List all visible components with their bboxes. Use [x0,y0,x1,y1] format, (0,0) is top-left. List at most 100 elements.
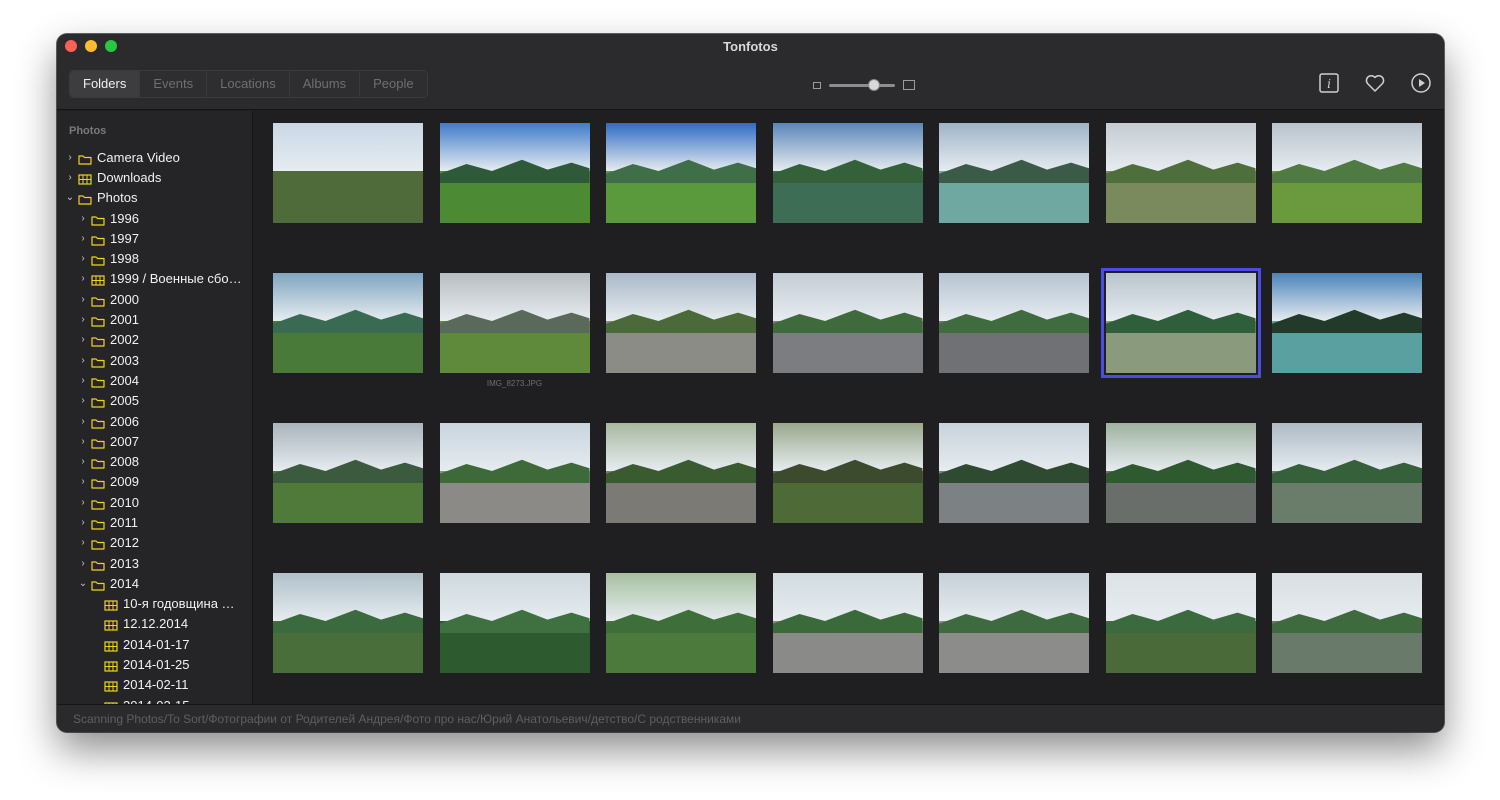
photo-thumbnail[interactable] [772,273,923,373]
sidebar-item[interactable]: › 2001 [57,309,252,329]
tab-events[interactable]: Events [140,71,208,97]
photo-grid: IMG_8273.JPG [254,111,1444,704]
sidebar-item[interactable]: › 2007 [57,431,252,451]
chevron-down-icon[interactable]: ⌄ [65,192,75,203]
sidebar-item[interactable]: › 1997 [57,228,252,248]
photo-thumbnail[interactable] [1272,123,1422,223]
photo-thumbnail[interactable] [1272,573,1422,673]
photo-ground [439,633,590,673]
chevron-right-icon[interactable]: › [78,456,88,467]
photo-thumbnail[interactable] [273,423,423,523]
photo-thumbnail[interactable] [939,573,1089,673]
photo-thumbnail[interactable] [439,273,590,373]
chevron-right-icon[interactable]: › [65,172,75,183]
photo-ground [939,633,1089,673]
sidebar-item[interactable]: 2014-01-25 [57,654,252,674]
photo-thumbnail[interactable] [1272,423,1422,523]
chevron-right-icon[interactable]: › [78,375,88,386]
sidebar-item[interactable]: › 2009 [57,472,252,492]
photo-thumbnail[interactable] [1105,123,1256,223]
photo-thumbnail[interactable] [772,423,923,523]
photo-thumbnail[interactable] [439,423,590,523]
photo-thumbnail[interactable] [1100,268,1261,378]
sidebar-item-label: 2006 [110,413,139,429]
sidebar-item[interactable]: › 2006 [57,411,252,431]
title-bar[interactable]: Tonfotos [57,34,1444,58]
photo-thumbnail[interactable] [606,573,756,673]
chevron-right-icon[interactable]: › [78,213,88,224]
sidebar-item[interactable]: › 2004 [57,370,252,390]
photo-thumbnail[interactable] [606,123,756,223]
sidebar-item[interactable]: 2014-01-17 [57,634,252,654]
photo-thumbnail[interactable] [606,273,756,373]
photo-thumbnail[interactable] [606,423,756,523]
photo-ground [939,483,1089,523]
sidebar-item-label: 2014-01-25 [123,657,190,673]
chevron-right-icon[interactable]: › [78,476,88,487]
chevron-right-icon[interactable]: › [78,273,88,284]
play-icon[interactable] [1410,72,1432,94]
sidebar-item[interactable]: › 2011 [57,512,252,532]
sidebar-item[interactable]: › 2003 [57,350,252,370]
chevron-right-icon[interactable]: › [78,558,88,569]
tab-locations[interactable]: Locations [207,71,290,97]
photo-thumbnail[interactable] [939,423,1089,523]
photo-thumbnail[interactable] [772,573,923,673]
chevron-right-icon[interactable]: › [78,253,88,264]
sidebar-item[interactable]: 12.12.2014 [57,614,252,634]
sidebar-item[interactable]: 2014-02-11 [57,675,252,695]
chevron-right-icon[interactable]: › [78,314,88,325]
sidebar-item[interactable]: › Camera Video [57,147,252,167]
tab-people[interactable]: People [360,71,427,97]
chevron-right-icon[interactable]: › [78,334,88,345]
sidebar-item[interactable]: › 2012 [57,533,252,553]
chevron-right-icon[interactable]: › [78,233,88,244]
info-icon[interactable]: i [1318,72,1340,94]
sidebar-item[interactable]: › 2013 [57,553,252,573]
folder-icon [91,294,105,307]
photo-thumbnail[interactable] [1105,423,1256,523]
photo-thumbnail[interactable] [273,573,423,673]
chevron-right-icon[interactable]: › [65,152,75,163]
chevron-right-icon[interactable]: › [78,416,88,427]
tab-folders[interactable]: Folders [70,71,141,97]
sidebar-item[interactable]: ⌄ Photos [57,188,252,208]
heart-icon[interactable] [1364,72,1386,94]
photo-thumbnail[interactable] [1105,573,1256,673]
photo-thumbnail[interactable] [939,123,1089,223]
photo-thumbnail[interactable] [772,123,923,223]
minimize-window-button[interactable] [85,40,97,52]
sidebar-item[interactable]: 2014-02-15 [57,695,252,704]
tab-albums[interactable]: Albums [289,71,361,97]
thumbnail-size-slider[interactable] [829,78,895,91]
sidebar-item[interactable]: 10-я годовщина … [57,594,252,614]
sidebar-item[interactable]: › Downloads [57,167,252,187]
photo-thumbnail[interactable] [1272,273,1422,373]
photo-thumbnail[interactable] [273,123,423,223]
chevron-right-icon[interactable]: › [78,436,88,447]
sidebar-item[interactable]: › 2000 [57,289,252,309]
sidebar-item[interactable]: › 2010 [57,492,252,512]
close-window-button[interactable] [65,40,77,52]
sidebar-item[interactable]: › 2005 [57,391,252,411]
photo-thumbnail[interactable] [439,123,590,223]
sidebar-item[interactable]: ⌄ 2014 [57,573,252,593]
photo-thumbnail[interactable] [939,273,1089,373]
chevron-right-icon[interactable]: › [78,517,88,528]
slider-knob[interactable] [867,78,880,91]
chevron-right-icon[interactable]: › [78,294,88,305]
chevron-right-icon[interactable]: › [78,537,88,548]
photo-thumbnail[interactable] [273,273,423,373]
photo-ground [606,333,756,373]
sidebar-item[interactable]: › 1999 / Военные сбо… [57,269,252,289]
sidebar-item[interactable]: › 1996 [57,208,252,228]
chevron-right-icon[interactable]: › [78,497,88,508]
chevron-down-icon[interactable]: ⌄ [78,578,88,589]
chevron-right-icon[interactable]: › [78,355,88,366]
sidebar-item[interactable]: › 2008 [57,451,252,471]
photo-thumbnail[interactable] [439,573,590,673]
chevron-right-icon[interactable]: › [78,395,88,406]
sidebar-item[interactable]: › 2002 [57,330,252,350]
zoom-window-button[interactable] [105,40,117,52]
sidebar-item[interactable]: › 1998 [57,248,252,268]
